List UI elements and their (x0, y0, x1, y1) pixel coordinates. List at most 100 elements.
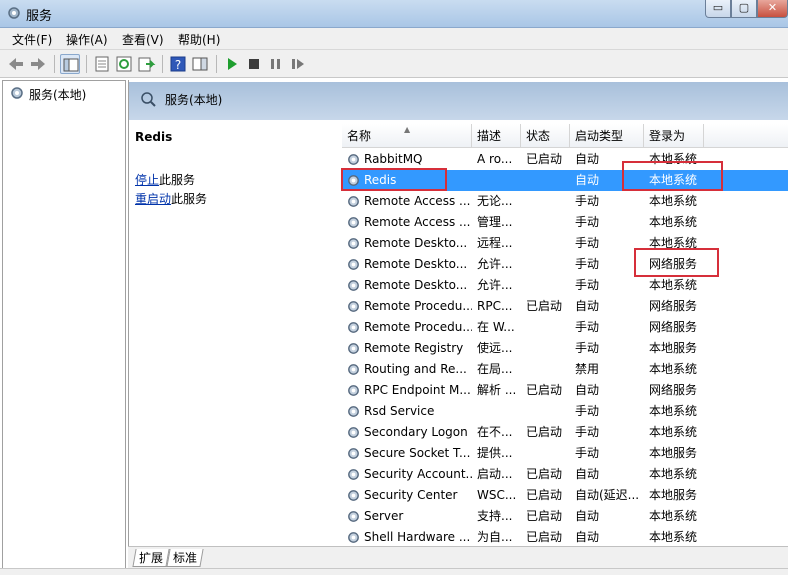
cell-name: RabbitMQ (364, 152, 423, 166)
table-row[interactable]: Server 支持... 已启动 自动 本地系统 (342, 506, 788, 527)
export-list-icon[interactable] (136, 54, 156, 74)
table-row[interactable]: Security Account... 启动... 已启动 自动 本地系统 (342, 464, 788, 485)
service-gear-icon (346, 404, 361, 419)
stop-service-suffix: 此服务 (159, 173, 196, 187)
table-row[interactable]: Secure Socket T... 提供... 手动 本地服务 (342, 443, 788, 464)
cell-startup: 自动 (575, 383, 600, 397)
cell-startup: 手动 (575, 320, 600, 334)
cell-status: 已启动 (526, 383, 563, 397)
cell-logon: 本地服务 (649, 341, 698, 355)
table-row[interactable]: Routing and Re... 在局... 禁用 本地系统 (342, 359, 788, 380)
cell-logon: 本地系统 (649, 215, 698, 229)
close-button[interactable]: ✕ (757, 0, 788, 18)
cell-desc: 在局... (477, 362, 513, 376)
cell-name: Rsd Service (364, 404, 435, 418)
tab-standard[interactable]: 标准 (166, 549, 204, 567)
sort-ascending-icon: ▲ (404, 125, 411, 134)
start-service-icon[interactable] (222, 54, 242, 74)
pause-service-icon[interactable] (266, 54, 286, 74)
show-hide-action-pane-icon[interactable] (190, 54, 210, 74)
cell-startup: 手动 (575, 278, 600, 292)
pane-title: 服务(本地) (165, 93, 223, 107)
refresh-icon[interactable] (114, 54, 134, 74)
service-gear-icon (346, 236, 361, 251)
table-row[interactable]: Remote Access ... 管理... 手动 本地系统 (342, 212, 788, 233)
toolbar: ? (0, 50, 788, 78)
maximize-button[interactable]: ▢ (731, 0, 757, 18)
table-row[interactable]: Remote Procedu... 在 W... 手动 网络服务 (342, 317, 788, 338)
show-console-tree-icon[interactable] (60, 54, 80, 74)
cell-desc: 使远... (477, 341, 513, 355)
cell-startup: 手动 (575, 215, 600, 229)
cell-name: Remote Deskto... (364, 278, 468, 292)
table-row[interactable]: RPC Endpoint M... 解析 ... 已启动 自动 网络服务 (342, 380, 788, 401)
service-gear-icon (346, 425, 361, 440)
cell-desc: RPC... (477, 299, 513, 313)
cell-startup: 手动 (575, 425, 600, 439)
cell-status (526, 212, 571, 233)
column-header-name[interactable]: 名称 ▲ (342, 124, 472, 148)
column-header-startup-type[interactable]: 启动类型 (570, 124, 644, 148)
cell-status: 已启动 (526, 152, 563, 166)
table-row[interactable]: Secondary Logon 在不... 已启动 手动 本地系统 (342, 422, 788, 443)
table-row[interactable]: Remote Registry 使远... 手动 本地服务 (342, 338, 788, 359)
cell-name: Remote Procedu... (364, 320, 472, 334)
cell-name: Remote Access ... (364, 194, 471, 208)
close-icon: ✕ (767, 1, 778, 14)
cell-logon: 网络服务 (649, 299, 698, 313)
table-row[interactable]: Remote Deskto... 允许... 手动 本地系统 (342, 275, 788, 296)
service-details: Redis 停止此服务 重启动此服务 (129, 120, 339, 548)
tab-extended[interactable]: 扩展 (132, 549, 170, 567)
search-gear-icon (139, 90, 157, 111)
menu-action[interactable]: 操作(A) (66, 31, 108, 48)
cell-name: Remote Procedu... (364, 299, 472, 313)
highlight-network-service (634, 248, 719, 277)
table-row[interactable]: Remote Deskto... 远程... 手动 本地系统 (342, 233, 788, 254)
cell-name: Secondary Logon (364, 425, 468, 439)
cell-startup: 手动 (575, 194, 600, 208)
cell-logon: 网络服务 (649, 383, 698, 397)
cell-name: Routing and Re... (364, 362, 467, 376)
service-gear-icon (346, 383, 361, 398)
table-row[interactable]: Remote Deskto... 允许... 手动 网络服务 (342, 254, 788, 275)
stop-service-icon[interactable] (244, 54, 264, 74)
view-tabs: 扩展 标准 (128, 546, 788, 568)
restart-service-link[interactable]: 重启动 (135, 192, 171, 206)
table-row[interactable]: Remote Procedu... RPC... 已启动 自动 网络服务 (342, 296, 788, 317)
minimize-button[interactable]: ▭ (705, 0, 731, 18)
column-header-log-on-as[interactable]: 登录为 (644, 124, 704, 148)
menu-file[interactable]: 文件(F) (12, 31, 52, 48)
cell-name: Remote Deskto... (364, 236, 468, 250)
column-header-spacer (704, 124, 788, 148)
help-icon[interactable]: ? (168, 54, 188, 74)
cell-logon: 本地服务 (649, 446, 698, 460)
stop-service-link[interactable]: 停止 (135, 173, 159, 187)
properties-icon[interactable] (92, 54, 112, 74)
cell-status (526, 338, 571, 359)
cell-status (526, 401, 571, 422)
table-row[interactable]: Shell Hardware ... 为自... 已启动 自动 本地系统 (342, 527, 788, 548)
cell-name: Server (364, 509, 404, 523)
cell-name: Remote Registry (364, 341, 464, 355)
pane-header: 服务(本地) (129, 82, 788, 120)
column-header-status[interactable]: 状态 (521, 124, 570, 148)
cell-status: 已启动 (526, 488, 563, 502)
table-row[interactable]: Remote Access ... 无论... 手动 本地系统 (342, 191, 788, 212)
restart-service-suffix: 此服务 (171, 192, 208, 206)
table-row[interactable]: Rsd Service 手动 本地系统 (342, 401, 788, 422)
column-header-description[interactable]: 描述 (472, 124, 521, 148)
cell-status: 已启动 (526, 425, 563, 439)
cell-status (526, 359, 571, 380)
tree-item-services-local[interactable]: 服务(本地) (9, 85, 86, 103)
table-row[interactable]: Security Center WSC... 已启动 自动(延迟... 本地服务 (342, 485, 788, 506)
cell-desc (477, 170, 521, 191)
cell-logon: 本地系统 (649, 194, 698, 208)
cell-startup: 自动 (575, 509, 600, 523)
highlight-redis-name (341, 168, 447, 191)
menu-help[interactable]: 帮助(H) (178, 31, 220, 48)
back-arrow-icon[interactable] (6, 54, 26, 74)
forward-arrow-icon[interactable] (28, 54, 48, 74)
stop-service-line: 停止此服务 (135, 171, 195, 188)
restart-service-icon[interactable] (288, 54, 308, 74)
menu-view[interactable]: 查看(V) (122, 31, 164, 48)
